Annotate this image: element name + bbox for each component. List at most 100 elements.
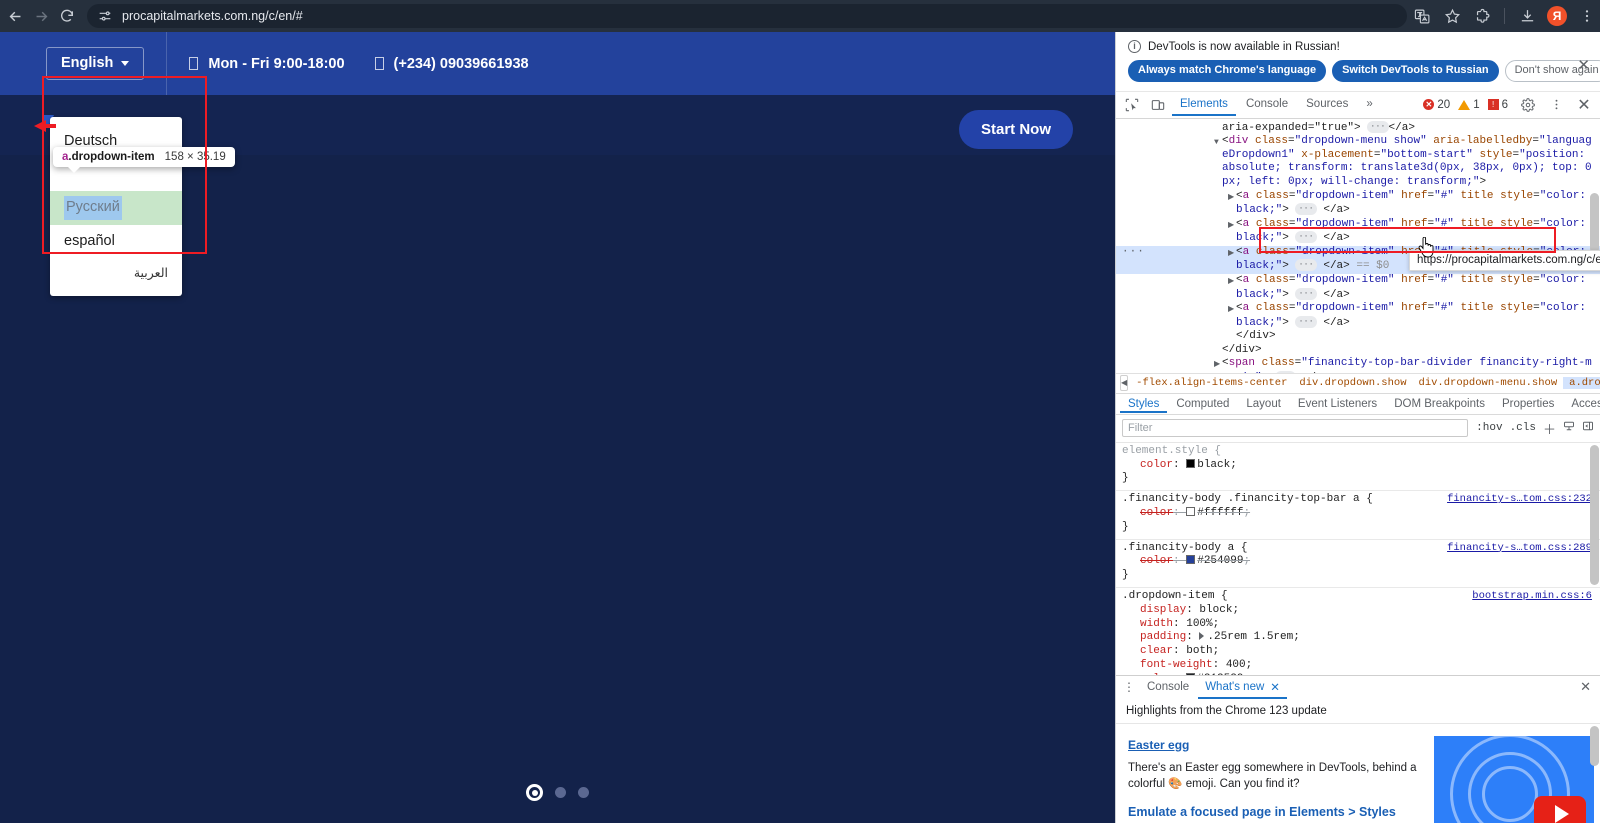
css-declaration[interactable]: font-weight: 400; — [1122, 659, 1594, 673]
tune-icon[interactable] — [97, 8, 113, 24]
dom-twisty-icon[interactable]: ▶ — [1228, 247, 1234, 261]
new-style-rule-icon[interactable]: ＋ — [1543, 419, 1556, 438]
styles-rules-pane[interactable]: element.style {color: black;} financity-s… — [1116, 442, 1600, 675]
dropdown-item-espanol[interactable]: español — [50, 225, 182, 258]
styles-filter-input[interactable]: Filter — [1122, 419, 1469, 438]
drawer-kebab-icon[interactable]: ⋮ — [1120, 677, 1138, 697]
dom-twisty-icon[interactable]: ▼ — [1214, 136, 1219, 150]
expand-triangle-icon[interactable] — [1199, 632, 1205, 641]
drawer-tab-console[interactable]: Console — [1140, 677, 1196, 698]
dom-line[interactable]: ▶ <a class="dropdown-item" href="#" title… — [1116, 302, 1600, 330]
dom-line[interactable]: </div> — [1116, 330, 1600, 344]
css-declaration[interactable]: color: #254099; — [1122, 555, 1594, 569]
css-rule[interactable]: element.style {color: black;} — [1116, 443, 1600, 492]
tab-sources[interactable]: Sources — [1298, 93, 1356, 116]
css-declaration[interactable]: padding: .25rem 1.5rem; — [1122, 631, 1594, 645]
profile-avatar[interactable]: Я — [1544, 3, 1570, 29]
pane-tab-layout[interactable]: Layout — [1238, 395, 1289, 413]
translate-icon[interactable] — [1409, 3, 1435, 29]
toggle-sidebar-icon[interactable] — [1582, 420, 1594, 436]
switch-language-button[interactable]: Switch DevTools to Russian — [1332, 60, 1499, 82]
breadcrumb-scroll-left-icon[interactable]: ◀ — [1120, 375, 1129, 392]
dom-twisty-icon[interactable]: ▶ — [1214, 358, 1220, 372]
dom-line[interactable]: </div> — [1116, 344, 1600, 358]
tab-more-chevron[interactable]: » — [1358, 93, 1380, 116]
dom-tree-scrollbar[interactable] — [1590, 121, 1599, 371]
css-declaration[interactable]: color: black; — [1122, 458, 1594, 473]
css-rule-source[interactable]: financity-s…tom.css:289 — [1447, 542, 1592, 556]
dom-twisty-icon[interactable]: ▶ — [1228, 191, 1234, 205]
start-now-button[interactable]: Start Now — [958, 110, 1073, 149]
dom-line[interactable]: ▶ <a class="dropdown-item" href="#" title… — [1116, 218, 1600, 246]
hover-state-toggle[interactable]: :hov — [1476, 422, 1502, 434]
pane-tab-accessibility[interactable]: Accessibility — [1563, 395, 1600, 413]
language-dropdown-button[interactable]: English — [46, 47, 145, 80]
notice-close-icon[interactable]: ✕ — [1577, 56, 1590, 74]
extensions-puzzle-icon[interactable] — [1469, 3, 1495, 29]
dom-twisty-icon[interactable]: ▶ — [1228, 275, 1234, 289]
color-swatch[interactable] — [1186, 672, 1196, 675]
breadcrumb-item-1[interactable]: div.dropdown.show — [1293, 377, 1412, 389]
breadcrumb-item-0[interactable]: -flex.align-items-center — [1130, 377, 1293, 389]
chrome-menu-icon[interactable] — [1574, 3, 1600, 29]
dom-line[interactable]: ▶ <a class="dropdown-item" href="#" title… — [1116, 190, 1600, 218]
dom-twisty-icon[interactable]: ▶ — [1228, 303, 1234, 317]
dropdown-item-russian[interactable]: Русский — [50, 191, 182, 225]
css-declaration[interactable]: color: #ffffff; — [1122, 506, 1594, 521]
drawer-close-icon[interactable]: ✕ — [1580, 679, 1600, 695]
color-swatch[interactable] — [1186, 506, 1196, 516]
always-match-language-button[interactable]: Always match Chrome's language — [1128, 60, 1327, 82]
whats-new-video-thumbnail[interactable] — [1434, 735, 1594, 823]
color-swatch[interactable] — [1186, 555, 1196, 565]
css-declaration[interactable]: color: #212529; — [1122, 672, 1594, 675]
devtools-close-icon[interactable]: ✕ — [1572, 93, 1596, 117]
pane-tab-properties[interactable]: Properties — [1494, 395, 1562, 413]
pane-tab-computed[interactable]: Computed — [1168, 395, 1237, 413]
css-declaration[interactable]: clear: both; — [1122, 645, 1594, 659]
css-declaration[interactable]: width: 100%; — [1122, 618, 1594, 632]
css-rule[interactable]: financity-s…tom.css:289 .financity-body a… — [1116, 540, 1600, 588]
dom-line[interactable]: ▶ <span class="financity-top-bar-divider … — [1116, 357, 1600, 373]
css-rule[interactable]: bootstrap.min.css:6 .dropdown-item {displ… — [1116, 588, 1600, 675]
address-bar[interactable]: procapitalmarkets.com.ng/c/en/# — [87, 4, 1408, 28]
dropdown-item-arabic[interactable]: العربية — [50, 258, 182, 288]
breadcrumb-item-3[interactable]: a.dropdown-item — [1563, 377, 1600, 390]
device-toolbar-icon[interactable] — [1146, 93, 1170, 117]
computed-sidebar-icon[interactable] — [1563, 420, 1575, 436]
whats-new-scrollbar[interactable] — [1590, 725, 1599, 823]
dom-line[interactable]: ▶ <a class="dropdown-item" href="#" title… — [1116, 274, 1600, 302]
pane-tab-dom-breakpoints[interactable]: DOM Breakpoints — [1386, 395, 1493, 413]
drawer-tab-close-icon[interactable]: ✕ — [1270, 680, 1280, 694]
error-count[interactable]: ✕ 20 — [1423, 99, 1450, 111]
css-rule-source[interactable]: bootstrap.min.css:6 — [1472, 590, 1592, 604]
dom-twisty-icon[interactable]: ▶ — [1228, 219, 1234, 233]
styles-scrollbar[interactable] — [1590, 444, 1599, 670]
phone-number[interactable]: (+234) 09039661938 — [374, 56, 529, 72]
download-icon[interactable] — [1514, 3, 1540, 29]
warning-count[interactable]: 1 — [1458, 99, 1480, 111]
dom-line[interactable]: aria-expanded="true"> ··· </a> — [1116, 120, 1600, 136]
pane-tab-event-listeners[interactable]: Event Listeners — [1290, 395, 1385, 413]
css-rule-source[interactable]: financity-s…tom.css:232 — [1447, 493, 1592, 507]
dom-tree[interactable]: aria-expanded="true"> ··· </a> ▼ <div class… — [1116, 118, 1600, 373]
tab-console[interactable]: Console — [1238, 93, 1296, 116]
reload-icon[interactable] — [57, 2, 77, 30]
carousel-dot-3[interactable] — [578, 787, 589, 798]
css-declaration[interactable]: display: block; — [1122, 604, 1594, 618]
class-toggle[interactable]: .cls — [1510, 422, 1536, 434]
carousel-dot-2[interactable] — [555, 787, 566, 798]
devtools-kebab-menu-icon[interactable] — [1544, 93, 1568, 117]
css-rule[interactable]: financity-s…tom.css:232 .financity-body .… — [1116, 491, 1600, 540]
back-arrow-icon[interactable] — [6, 2, 26, 30]
bookmark-star-icon[interactable] — [1439, 3, 1465, 29]
dom-line[interactable]: ▼ <div class="dropdown-menu show" aria-la… — [1116, 135, 1600, 189]
issue-count[interactable]: ! 6 — [1487, 99, 1508, 111]
forward-arrow-icon[interactable] — [32, 2, 52, 30]
play-button-icon[interactable] — [1534, 795, 1586, 823]
drawer-tab-whats-new[interactable]: What's new ✕ — [1198, 676, 1287, 699]
carousel-dot-1[interactable] — [526, 784, 543, 801]
tab-elements[interactable]: Elements — [1172, 93, 1236, 116]
settings-gear-icon[interactable] — [1516, 93, 1540, 117]
pane-tab-styles[interactable]: Styles — [1120, 395, 1167, 413]
breadcrumb-item-2[interactable]: div.dropdown-menu.show — [1413, 377, 1564, 389]
